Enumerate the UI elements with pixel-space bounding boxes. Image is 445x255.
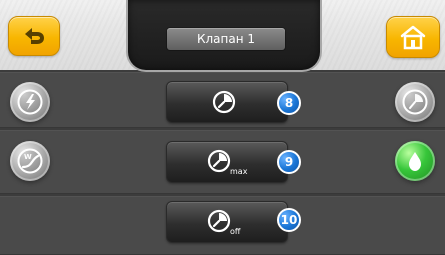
- badge-10: 10: [277, 208, 301, 232]
- mode-auto-button[interactable]: [166, 81, 288, 123]
- lightning-button[interactable]: [10, 82, 50, 122]
- badge-10-label: 10: [280, 213, 298, 227]
- clock-max-icon: max: [207, 149, 248, 176]
- mode-off-button[interactable]: off: [166, 201, 288, 243]
- badge-9: 9: [277, 150, 301, 174]
- screen: Клапан 1 W 8 max 9 off 10: [0, 0, 445, 255]
- page-title: Клапан 1: [167, 28, 285, 50]
- back-button[interactable]: [8, 16, 60, 56]
- lightning-icon: [17, 89, 43, 115]
- home-icon: [400, 25, 426, 50]
- home-button[interactable]: [386, 16, 440, 58]
- water-mode-button[interactable]: [395, 141, 435, 181]
- badge-8: 8: [277, 91, 301, 115]
- clock-icon: [212, 90, 236, 114]
- weather-curve-icon: W: [17, 148, 43, 174]
- clock-icon: [402, 89, 428, 115]
- mode-max-button[interactable]: max: [166, 141, 288, 183]
- svg-text:W: W: [24, 153, 32, 161]
- off-label: off: [230, 227, 241, 236]
- clock-mode-button[interactable]: [395, 82, 435, 122]
- weather-curve-button[interactable]: W: [10, 141, 50, 181]
- badge-8-label: 8: [284, 96, 294, 110]
- title-holder: Клапан 1: [128, 0, 320, 70]
- clock-off-icon: off: [207, 209, 241, 236]
- water-drop-icon: [409, 152, 421, 171]
- max-label: max: [230, 167, 248, 176]
- badge-9-label: 9: [284, 155, 294, 169]
- back-arrow-icon: [25, 28, 44, 44]
